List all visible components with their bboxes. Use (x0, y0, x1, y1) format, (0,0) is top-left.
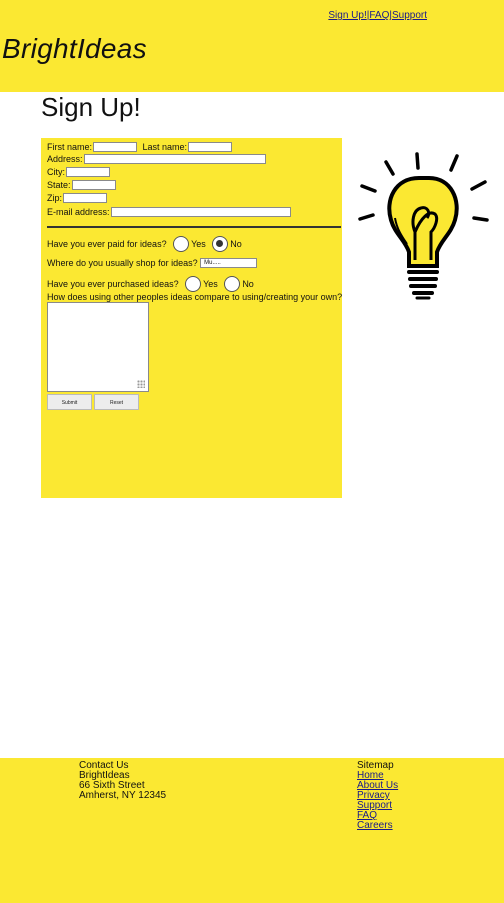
paid-no-radio[interactable] (212, 236, 229, 252)
site-header: Sign Up!|FAQ|Support BrightIdeas (0, 0, 504, 92)
last-name-input[interactable] (188, 141, 233, 152)
city-input[interactable] (66, 166, 110, 177)
resize-grip-icon[interactable] (137, 380, 145, 388)
brand-logo: BrightIdeas (2, 33, 147, 64)
form-divider (47, 226, 341, 228)
zip-input[interactable] (63, 192, 108, 203)
nav-faq-link[interactable]: FAQ (369, 10, 389, 21)
nav-signup-link[interactable]: Sign Up! (328, 10, 366, 21)
purchased-question-label: Have you ever purchased ideas? (47, 279, 179, 289)
last-name-label: Last name: (142, 141, 188, 152)
city-row: City: (47, 165, 110, 178)
paid-yes-radio[interactable] (173, 236, 190, 252)
compare-question-row: How does using other peoples ideas compa… (47, 290, 342, 303)
name-row: First name: Last name: (47, 140, 233, 153)
purchased-yes-label: Yes (203, 279, 218, 289)
address-label: Address: (47, 153, 83, 164)
shop-question-row: Where do you usually shop for ideas? Mu.… (47, 256, 258, 269)
address-input[interactable] (83, 153, 266, 164)
compare-question-label: How does using other peoples ideas compa… (47, 291, 343, 302)
lightbulb-icon (358, 152, 489, 300)
email-input[interactable] (110, 206, 291, 217)
page-title: Sign Up! (41, 92, 141, 122)
contact-block: Contact Us BrightIdeas 66 Sixth Street A… (79, 761, 166, 801)
signup-form: First name: Last name: Address: City: St… (41, 138, 342, 498)
email-label: E-mail address: (47, 206, 110, 217)
sitemap-block: Sitemap Home About Us Privacy Support FA… (357, 761, 398, 831)
paid-yes-label: Yes (191, 239, 206, 249)
state-row: State: (47, 178, 116, 191)
paid-no-label: No (230, 239, 242, 249)
email-row: E-mail address: (47, 205, 291, 218)
reset-button[interactable]: Reset (94, 394, 139, 410)
first-name-label: First name: (47, 141, 93, 152)
compare-textarea[interactable] (47, 302, 149, 392)
state-input[interactable] (71, 179, 116, 190)
contact-city: Amherst, NY 12345 (79, 790, 167, 801)
city-label: City: (47, 166, 65, 177)
site-footer: Contact Us BrightIdeas 66 Sixth Street A… (0, 758, 504, 903)
purchased-no-label: No (242, 279, 254, 289)
nav-support-link[interactable]: Support (392, 10, 427, 21)
address-row: Address: (47, 152, 266, 165)
shop-question-label: Where do you usually shop for ideas? (47, 257, 198, 268)
state-label: State: (47, 179, 71, 190)
paid-question-row: Have you ever paid for ideas? Yes No (47, 236, 242, 252)
top-nav: Sign Up!|FAQ|Support (328, 10, 427, 21)
zip-row: Zip: (47, 191, 108, 204)
submit-button[interactable]: Submit (47, 394, 92, 410)
first-name-input[interactable] (93, 141, 138, 152)
sitemap-link-careers[interactable]: Careers (357, 821, 398, 831)
paid-question-label: Have you ever paid for ideas? (47, 239, 167, 249)
shop-select[interactable]: Mu..... (200, 257, 258, 268)
zip-label: Zip: (47, 192, 63, 203)
